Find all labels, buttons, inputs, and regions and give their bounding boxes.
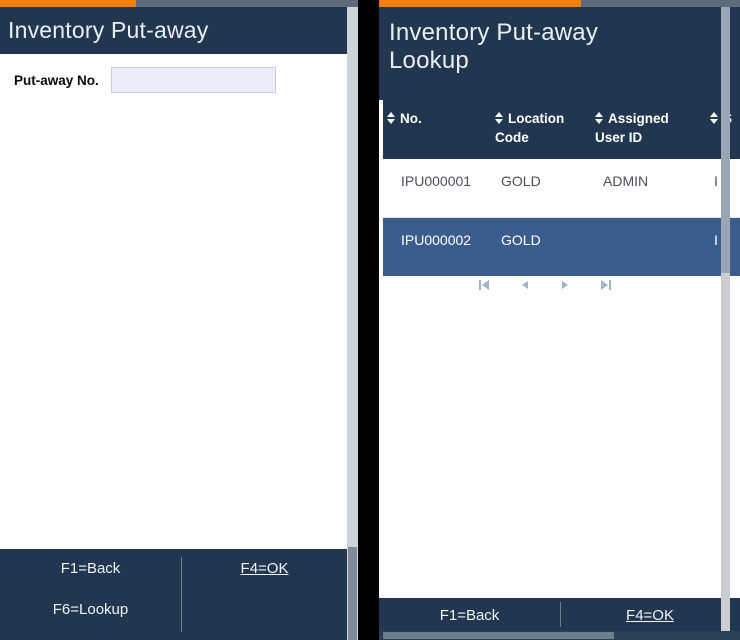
left-panel: Inventory Put-away Put-away No. F1=Back … [0,0,358,640]
right-footer-bar: F1=Back F4=OK [379,598,740,631]
column-header-location-code[interactable]: Location Code [491,100,591,160]
left-progress-fill [0,0,137,7]
f6-lookup-button[interactable]: F6=Lookup [53,602,128,617]
table-header-row: No. Location Code Assigned User ID S [383,100,740,160]
lookup-table: No. Location Code Assigned User ID S IPU… [383,100,740,276]
page-title: Inventory Put-away [8,16,209,43]
sort-icon[interactable] [595,112,604,124]
first-page-icon[interactable] [475,274,494,296]
cell-location-code: GOLD [491,159,591,218]
f1-back-button[interactable]: F1=Back [440,608,500,623]
table-row[interactable]: IPU000001 GOLD ADMIN I [383,159,740,218]
column-header-no[interactable]: No. [383,100,491,160]
right-progress-fill [379,0,582,7]
f4-ok-button[interactable]: F4=OK [241,561,289,576]
put-away-no-row: Put-away No. [14,67,276,93]
cell-no: IPU000002 [383,217,491,276]
right-panel-scrollbar-thumb[interactable] [721,7,730,273]
column-header-assigned-user-id[interactable]: Assigned User ID [591,100,706,160]
put-away-no-label: Put-away No. [14,72,99,88]
table-row[interactable]: IPU000002 GOLD I [383,217,740,276]
right-panel-header: Inventory Put-away Lookup [379,7,740,100]
left-panel-scrollbar-thumb[interactable] [348,547,357,640]
lookup-title: Inventory Put-away Lookup [389,19,599,75]
f4-ok-button[interactable]: F4=OK [626,608,674,623]
right-footer-divider [560,602,561,627]
screen-root: Inventory Put-away Put-away No. F1=Back … [0,0,740,640]
right-panel-horizontal-scrollbar[interactable] [379,631,740,640]
left-progress-track [0,0,358,7]
left-footer-divider [181,557,182,632]
right-panel-scrollbar[interactable] [721,7,730,631]
put-away-no-input[interactable] [110,67,276,93]
cell-location-code: GOLD [491,217,591,276]
cell-assigned-user-id: ADMIN [591,159,706,218]
sort-icon[interactable] [495,112,504,124]
left-panel-body: Put-away No. [0,54,348,549]
left-panel-header: Inventory Put-away [0,7,358,54]
left-footer-bar: F1=Back F6=Lookup F4=OK [0,549,348,640]
cell-no: IPU000001 [383,159,491,218]
right-progress-track [379,0,740,7]
cell-assigned-user-id [591,217,706,276]
left-footer-col-ok: F4=OK [181,549,348,640]
left-footer-col-keys: F1=Back F6=Lookup [0,549,181,640]
right-footer-col-keys: F1=Back [379,598,560,631]
f1-back-button[interactable]: F1=Back [61,561,121,576]
left-panel-scrollbar[interactable] [347,7,358,640]
right-panel-horizontal-scrollbar-thumb[interactable] [383,632,614,639]
column-header-location-code-label: Location Code [495,111,565,145]
previous-page-icon[interactable] [516,274,535,296]
last-page-icon[interactable] [597,274,616,296]
sort-icon[interactable] [387,112,396,124]
column-header-assigned-user-id-label: Assigned User ID [595,111,669,145]
table-pager [475,272,615,298]
right-footer-col-ok: F4=OK [560,598,740,631]
right-panel: Inventory Put-away Lookup No. Location C… [379,0,740,640]
next-page-icon[interactable] [556,274,575,296]
column-header-no-label: No. [400,111,422,126]
sort-icon[interactable] [710,112,719,124]
